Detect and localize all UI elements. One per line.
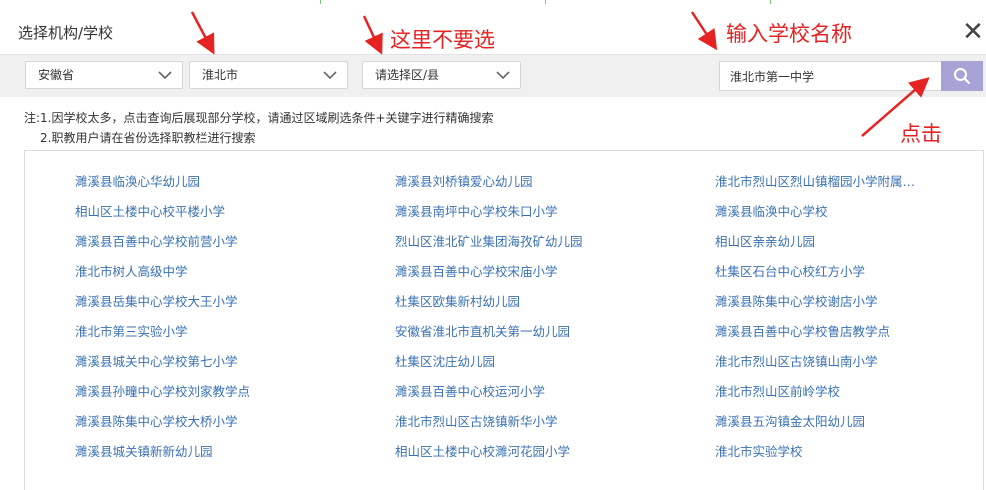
arrow-to-search-input [690,11,718,51]
arrow-to-search-button [861,77,930,137]
annotation-arrows [190,11,930,137]
arrow-to-city-select [190,11,215,55]
arrow-to-district-select [362,15,383,55]
